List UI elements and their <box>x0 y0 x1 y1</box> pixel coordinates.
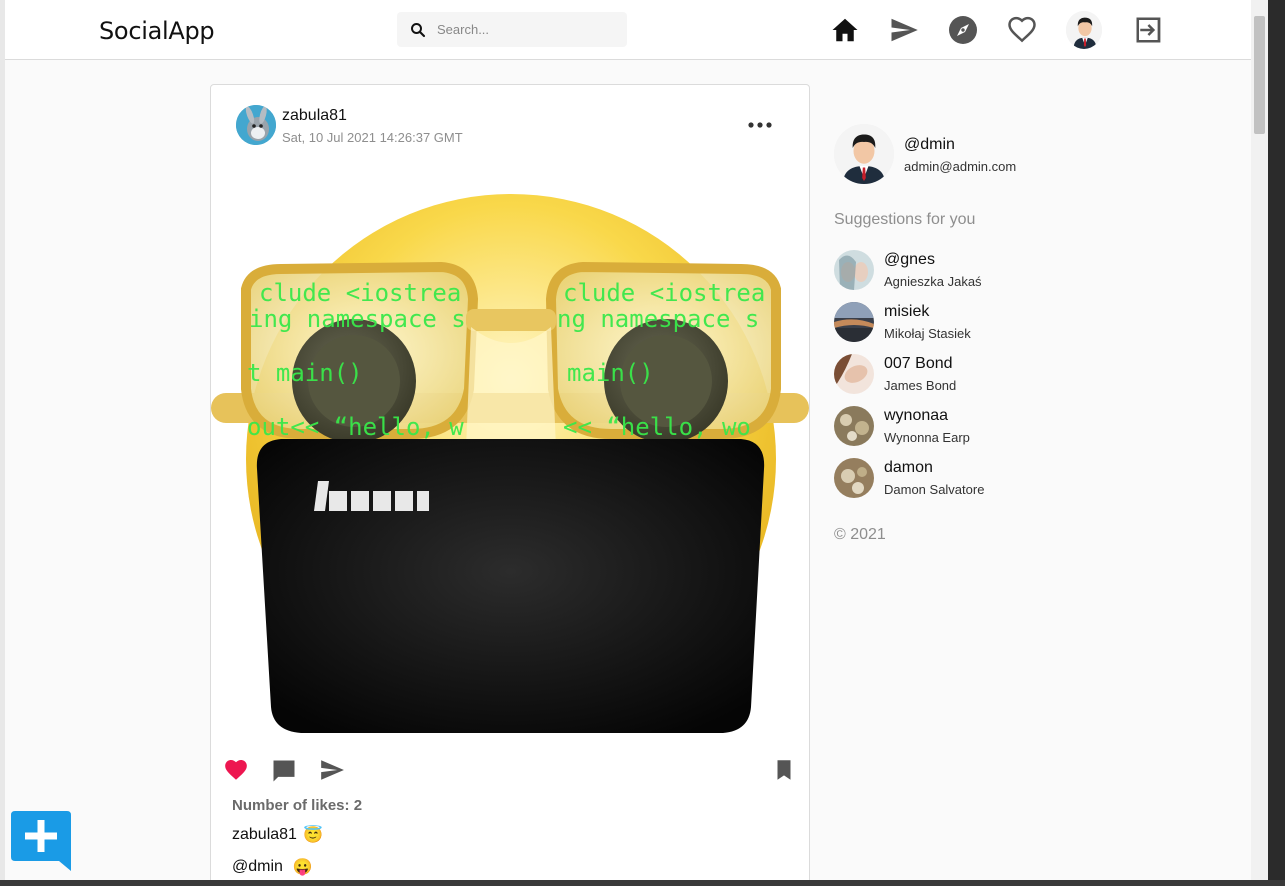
explore-icon <box>949 16 977 44</box>
post-author-username[interactable]: zabula81 <box>282 107 347 125</box>
top-navbar: SocialApp <box>5 0 1268 60</box>
post-timestamp: Sat, 10 Jul 2021 14:26:37 GMT <box>282 130 463 145</box>
svg-text:clude <iostrea: clude <iostrea <box>259 279 461 307</box>
explore-nav-button[interactable] <box>945 10 981 50</box>
suggestion-item[interactable]: 007 Bond James Bond <box>834 354 1094 398</box>
svg-text:out<< “hello, w: out<< “hello, w <box>247 413 464 441</box>
suggestion-avatar <box>834 354 874 394</box>
suggestion-avatar <box>834 458 874 498</box>
comment-username[interactable]: zabula81 <box>232 826 297 844</box>
post-image[interactable]: clude <iostrea ing namespace s t main() … <box>211 159 809 805</box>
page-viewport: SocialApp Search... zabula81 Sat, 10 Jul… <box>5 0 1268 880</box>
home-nav-button[interactable] <box>827 10 863 50</box>
suggestion-item[interactable]: misiek Mikołaj Stasiek <box>834 302 1094 346</box>
comment-emoji: 😛 <box>292 859 313 876</box>
suggestion-username: @gnes <box>884 251 935 268</box>
comment-row: zabula81 😇 <box>232 825 323 845</box>
likes-count: Number of likes: 2 <box>232 797 363 814</box>
suggestions-heading: Suggestions for you <box>834 211 976 228</box>
suggestion-fullname: Wynonna Earp <box>884 430 970 445</box>
suggestion-item[interactable]: wynonaa Wynonna Earp <box>834 406 1094 450</box>
suggestion-username: damon <box>884 459 933 476</box>
suggestion-avatar <box>834 250 874 290</box>
comment-icon <box>273 760 295 782</box>
suggestion-item[interactable]: @gnes Agnieszka Jakaś <box>834 250 1094 294</box>
send-icon <box>321 760 344 780</box>
current-user-email: admin@admin.com <box>904 159 1017 174</box>
suggestion-fullname: Agnieszka Jakaś <box>884 274 982 289</box>
search-box[interactable] <box>397 12 627 47</box>
comment-emoji: 😇 <box>302 827 323 844</box>
logout-nav-button[interactable] <box>1131 10 1167 50</box>
post-card: zabula81 Sat, 10 Jul 2021 14:26:37 GMT c… <box>210 84 810 880</box>
post-actions <box>223 757 799 789</box>
comment-row: @dmin 😛 <box>232 857 313 877</box>
suggestion-fullname: James Bond <box>884 378 957 393</box>
copyright-text: © 2021 <box>834 526 886 543</box>
home-icon <box>832 18 858 42</box>
profile-nav-button[interactable] <box>1066 10 1102 50</box>
scrollbar-thumb[interactable] <box>1254 16 1265 134</box>
brand-logo[interactable]: SocialApp <box>99 17 215 45</box>
suggestion-item[interactable]: damon Damon Salvatore <box>834 458 1094 502</box>
more-horizontal-icon <box>748 122 772 128</box>
suggestion-username: wynonaa <box>884 407 949 424</box>
add-post-icon <box>11 811 71 871</box>
new-post-button[interactable] <box>11 811 71 871</box>
post-author-avatar[interactable] <box>236 105 276 145</box>
heart-filled-icon <box>225 760 247 780</box>
search-input[interactable] <box>437 22 607 37</box>
suggestion-username: 007 Bond <box>884 355 953 372</box>
profile-avatar <box>1066 11 1102 49</box>
comment-button[interactable] <box>270 757 298 785</box>
comment-username[interactable]: @dmin <box>232 858 283 876</box>
current-user-username[interactable]: @dmin <box>904 136 955 154</box>
activity-nav-button[interactable] <box>1004 10 1040 50</box>
heart-icon <box>1008 16 1036 43</box>
suggestion-fullname: Mikołaj Stasiek <box>884 326 971 341</box>
svg-text:clude <iostrea: clude <iostrea <box>563 279 765 307</box>
svg-text:<< “hello, wo: << “hello, wo <box>563 413 751 441</box>
suggestion-fullname: Damon Salvatore <box>884 482 985 497</box>
window-bottom-edge <box>0 880 1285 886</box>
like-button[interactable] <box>223 757 251 785</box>
svg-text:t main(): t main() <box>247 359 363 387</box>
suggestion-username: misiek <box>884 303 930 320</box>
vertical-scrollbar[interactable] <box>1251 0 1268 880</box>
search-icon <box>411 22 426 37</box>
svg-text:ng namespace s: ng namespace s <box>557 305 759 333</box>
svg-text:ing namespace s: ing namespace s <box>249 305 466 333</box>
share-button[interactable] <box>318 757 346 785</box>
svg-text:main(): main() <box>567 359 654 387</box>
post-options-button[interactable] <box>747 115 773 135</box>
save-button[interactable] <box>771 757 799 785</box>
current-user-avatar[interactable] <box>834 124 894 184</box>
suggestion-avatar <box>834 406 874 446</box>
send-icon <box>891 18 918 42</box>
suggestion-avatar <box>834 302 874 342</box>
messages-nav-button[interactable] <box>886 10 922 50</box>
logout-icon <box>1136 17 1161 43</box>
bookmark-icon <box>777 760 791 780</box>
